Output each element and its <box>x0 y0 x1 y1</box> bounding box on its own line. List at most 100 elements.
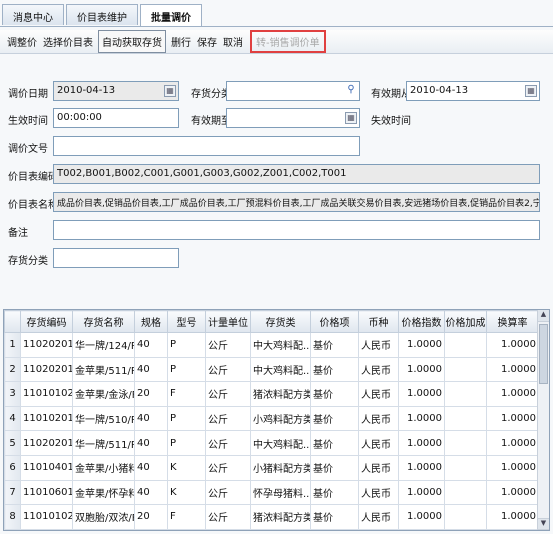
table-cell[interactable]: 华一牌/510/P40 <box>72 405 135 432</box>
table-row[interactable]: 7110106010...金苹果/怀孕料...40K公斤怀孕母猪料...基价人民… <box>4 479 539 506</box>
table-cell[interactable]: 金苹果/金泳/F... <box>72 381 135 407</box>
table-cell[interactable]: P <box>167 332 206 358</box>
table-cell[interactable]: 金苹果/小猪料... <box>72 454 135 481</box>
stock-class-field[interactable]: ⚲ <box>226 81 360 101</box>
doc-no-field[interactable] <box>53 136 360 156</box>
table-cell[interactable]: 1.0000 <box>486 504 539 530</box>
table-cell[interactable]: 1.0000 <box>398 479 445 506</box>
column-header[interactable]: 价格加成 <box>444 310 487 333</box>
table-cell[interactable]: 40 <box>134 430 168 456</box>
valid-to-field[interactable]: ▦ <box>226 108 360 128</box>
table-cell[interactable]: 110101020... <box>20 504 73 530</box>
remark-field[interactable] <box>53 220 540 240</box>
column-header[interactable]: 存货名称 <box>72 310 135 333</box>
table-cell[interactable]: 40 <box>134 356 168 383</box>
tab-message-center[interactable]: 消息中心 <box>2 4 64 25</box>
tab-pricelist-maintenance[interactable]: 价目表维护 <box>66 4 138 25</box>
table-cell[interactable]: 110106010... <box>20 479 73 506</box>
table-cell[interactable]: 人民币 <box>358 479 399 506</box>
table-cell[interactable]: 人民币 <box>358 504 399 530</box>
stock-class2-field[interactable] <box>53 248 179 268</box>
table-cell[interactable] <box>444 430 487 456</box>
table-cell[interactable]: 中大鸡料配... <box>250 356 311 383</box>
table-cell[interactable]: 1.0000 <box>486 479 539 506</box>
table-cell[interactable]: 40 <box>134 479 168 506</box>
column-header[interactable] <box>4 310 21 333</box>
table-cell[interactable] <box>444 332 487 358</box>
column-header[interactable]: 价格项 <box>310 310 359 333</box>
table-cell[interactable]: 1.0000 <box>486 332 539 358</box>
table-cell[interactable]: 110202010... <box>20 332 73 358</box>
table-cell[interactable]: 中大鸡料配... <box>250 430 311 456</box>
calendar-icon[interactable]: ▦ <box>164 85 176 97</box>
column-header[interactable]: 存货编码 <box>20 310 73 333</box>
table-cell[interactable]: 110202010... <box>20 356 73 383</box>
table-cell[interactable] <box>444 454 487 481</box>
tab-batch-price-adjust[interactable]: 批量调价 <box>140 4 202 27</box>
pricelist-name-field[interactable]: 成品价目表,促销品价目表,工厂成品价目表,工厂预混料价目表,工厂成品关联交易价目… <box>53 192 540 212</box>
table-cell[interactable]: 基价 <box>310 479 359 506</box>
scroll-down-icon[interactable]: ▼ <box>538 518 549 530</box>
table-row[interactable]: 6110104010...金苹果/小猪料...40K公斤小猪料配方类基价人民币1… <box>4 454 539 481</box>
table-cell[interactable]: P <box>167 405 206 432</box>
vertical-scrollbar[interactable]: ▲ ▼ <box>537 310 549 530</box>
calendar-icon[interactable]: ▦ <box>345 112 357 124</box>
table-cell[interactable]: 人民币 <box>358 405 399 432</box>
table-cell[interactable]: 人民币 <box>358 430 399 456</box>
table-cell[interactable]: 基价 <box>310 504 359 530</box>
table-row[interactable]: 3110101020...金苹果/金泳/F...20F公斤猪浓料配方类基价人民币… <box>4 381 539 407</box>
table-cell[interactable]: P <box>167 356 206 383</box>
table-cell[interactable]: K <box>167 479 206 506</box>
search-icon[interactable]: ⚲ <box>345 85 357 97</box>
table-cell[interactable] <box>444 479 487 506</box>
table-cell[interactable]: 人民币 <box>358 332 399 358</box>
table-row[interactable]: 4110102010...华一牌/510/P4040P公斤小鸡料配方类基价人民币… <box>4 405 539 432</box>
table-row[interactable]: 2110202010...金苹果/511/P4040P公斤中大鸡料配...基价人… <box>4 356 539 383</box>
table-cell[interactable]: 1.0000 <box>398 356 445 383</box>
column-header[interactable]: 换算率 <box>486 310 539 333</box>
table-cell[interactable]: 金苹果/511/P40 <box>72 356 135 383</box>
column-header[interactable]: 价格指数 <box>398 310 445 333</box>
select-pricelist-button[interactable]: 选择价目表 <box>40 31 96 52</box>
save-button[interactable]: 保存 <box>194 31 220 52</box>
table-cell[interactable]: 双胞胎/双浓/F... <box>72 504 135 530</box>
table-cell[interactable]: F <box>167 504 206 530</box>
table-cell[interactable]: 20 <box>134 504 168 530</box>
table-cell[interactable]: 1.0000 <box>398 332 445 358</box>
table-cell[interactable]: 公斤 <box>205 405 251 432</box>
table-cell[interactable]: 110104010... <box>20 454 73 481</box>
table-cell[interactable]: 基价 <box>310 332 359 358</box>
table-cell[interactable]: F <box>167 381 206 407</box>
table-cell[interactable] <box>444 504 487 530</box>
table-cell[interactable]: 华一牌/511/P40 <box>72 430 135 456</box>
table-row[interactable]: 8110101020...双胞胎/双浓/F...20F公斤猪浓料配方类基价人民币… <box>4 504 539 530</box>
table-cell[interactable]: 公斤 <box>205 381 251 407</box>
table-cell[interactable]: 人民币 <box>358 356 399 383</box>
calendar-icon[interactable]: ▦ <box>525 85 537 97</box>
table-cell[interactable]: 公斤 <box>205 504 251 530</box>
table-row[interactable]: 5110202010...华一牌/511/P4040P公斤中大鸡料配...基价人… <box>4 430 539 456</box>
table-cell[interactable]: 基价 <box>310 381 359 407</box>
table-cell[interactable]: 1.0000 <box>486 381 539 407</box>
table-cell[interactable]: 1.0000 <box>486 454 539 481</box>
table-cell[interactable]: 1.0000 <box>486 430 539 456</box>
table-row[interactable]: 1110202010...华一牌/124/P4040P公斤中大鸡料配...基价人… <box>4 332 539 358</box>
table-cell[interactable]: 1.0000 <box>398 430 445 456</box>
adjust-price-button[interactable]: 调整价 <box>4 31 40 52</box>
table-cell[interactable]: 40 <box>134 454 168 481</box>
table-cell[interactable]: 1.0000 <box>486 405 539 432</box>
column-header[interactable]: 规格 <box>134 310 168 333</box>
table-cell[interactable]: 1.0000 <box>398 504 445 530</box>
column-header[interactable]: 型号 <box>167 310 206 333</box>
table-cell[interactable]: 怀孕母猪料... <box>250 479 311 506</box>
table-cell[interactable]: 小鸡料配方类 <box>250 405 311 432</box>
table-cell[interactable]: 公斤 <box>205 454 251 481</box>
table-cell[interactable]: 公斤 <box>205 479 251 506</box>
table-cell[interactable] <box>444 405 487 432</box>
table-cell[interactable]: 人民币 <box>358 454 399 481</box>
table-cell[interactable]: 110202010... <box>20 430 73 456</box>
table-cell[interactable]: 110101020... <box>20 381 73 407</box>
auto-fetch-stock-button[interactable]: 自动获取存货 <box>98 30 166 53</box>
table-cell[interactable]: 公斤 <box>205 332 251 358</box>
valid-from-field[interactable]: 2010-04-13 ▦ <box>406 81 540 101</box>
